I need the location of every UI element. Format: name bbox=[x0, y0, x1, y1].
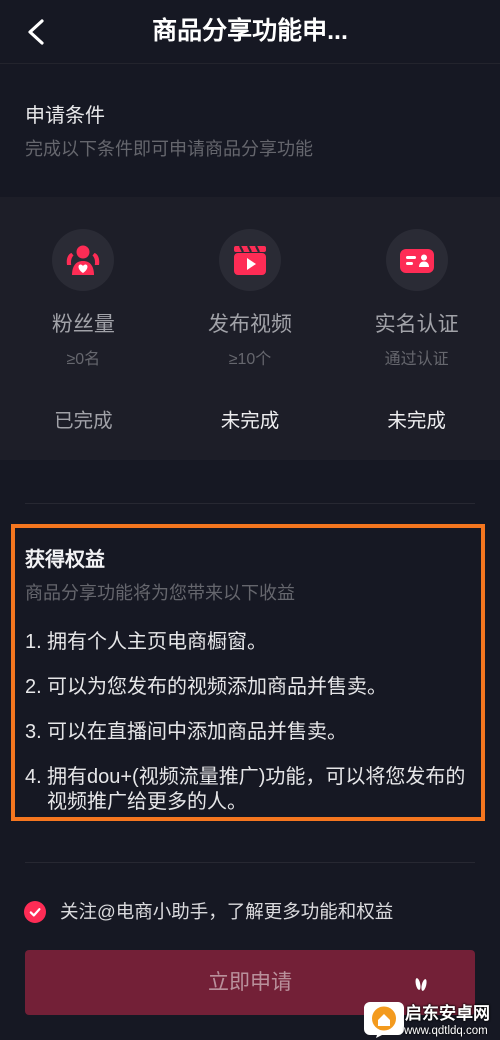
condition-icon-badge bbox=[385, 229, 448, 291]
follow-label: 关注@电商小助手，了解更多功能和权益 bbox=[60, 901, 394, 922]
benefit-text: 拥有个人主页电商橱窗。 bbox=[47, 631, 267, 653]
id-card-icon bbox=[399, 249, 434, 273]
condition-requirement: ≥10个 bbox=[228, 351, 272, 368]
section-divider bbox=[25, 862, 475, 863]
video-publish-icon bbox=[234, 245, 266, 275]
fans-icon bbox=[67, 245, 100, 275]
chevron-left-icon bbox=[28, 19, 44, 45]
watermark-url: www.qdtldq.com bbox=[404, 1025, 488, 1037]
benefit-text: 可以在直播间中添加商品并售卖。 bbox=[47, 721, 347, 743]
condition-status: 已完成 bbox=[54, 410, 113, 432]
site-watermark: 启东安卓网 www.qdtldq.com bbox=[360, 972, 500, 1040]
follow-checkbox[interactable] bbox=[24, 901, 46, 923]
condition-requirement: ≥0名 bbox=[66, 351, 101, 368]
page-title: 商品分享功能申... bbox=[152, 17, 348, 45]
conditions-card: 粉丝量 ≥0名 已完成 发布视频 ≥10个 未完成 实名认证 通过认证 未完成 bbox=[0, 197, 500, 460]
benefit-item: 4. 拥有dou+(视频流量推广)功能，可以将您发布的视频推广给更多的人。 bbox=[25, 765, 475, 815]
condition-fans: 粉丝量 ≥0名 已完成 bbox=[0, 197, 167, 460]
benefit-number: 2. bbox=[25, 676, 42, 698]
conditions-title: 申请条件 bbox=[25, 105, 105, 127]
condition-status: 未完成 bbox=[220, 410, 280, 432]
benefit-item: 3. 可以在直播间中添加商品并售卖。 bbox=[25, 720, 475, 745]
section-divider bbox=[25, 503, 475, 504]
condition-label: 发布视频 bbox=[208, 313, 292, 336]
checkmark-icon bbox=[29, 908, 41, 917]
benefit-item: 2. 可以为您发布的视频添加商品并售卖。 bbox=[25, 675, 475, 700]
condition-icon-badge bbox=[219, 229, 281, 291]
benefits-title: 获得权益 bbox=[25, 549, 105, 571]
benefit-number: 4. bbox=[25, 766, 42, 788]
apply-button-label: 立即申请 bbox=[208, 971, 292, 994]
follow-assistant-option[interactable]: 关注@电商小助手，了解更多功能和权益 bbox=[24, 899, 393, 925]
back-button[interactable] bbox=[18, 14, 54, 50]
benefits-subtitle: 商品分享功能将为您带来以下收益 bbox=[25, 583, 295, 603]
conditions-subtitle: 完成以下条件即可申请商品分享功能 bbox=[25, 139, 313, 159]
benefit-number: 3. bbox=[25, 721, 42, 743]
condition-icon-badge bbox=[52, 229, 115, 291]
condition-publish-video: 发布视频 ≥10个 未完成 bbox=[167, 197, 334, 460]
condition-status: 未完成 bbox=[387, 410, 446, 432]
condition-label: 实名认证 bbox=[374, 313, 459, 336]
benefit-item: 1. 拥有个人主页电商橱窗。 bbox=[25, 630, 475, 655]
benefits-list: 1. 拥有个人主页电商橱窗。 2. 可以为您发布的视频添加商品并售卖。 3. 可… bbox=[25, 630, 475, 835]
condition-label: 粉丝量 bbox=[51, 313, 115, 336]
benefit-text: 可以为您发布的视频添加商品并售卖。 bbox=[47, 676, 387, 698]
benefit-number: 1. bbox=[25, 631, 42, 653]
top-nav-bar: 商品分享功能申... bbox=[0, 0, 500, 64]
condition-real-name-verification: 实名认证 通过认证 未完成 bbox=[333, 197, 500, 460]
condition-requirement: 通过认证 bbox=[384, 351, 449, 368]
benefit-text: 拥有dou+(视频流量推广)功能，可以将您发布的视频推广给更多的人。 bbox=[47, 766, 466, 813]
watermark-site-name: 启东安卓网 bbox=[405, 1004, 490, 1023]
